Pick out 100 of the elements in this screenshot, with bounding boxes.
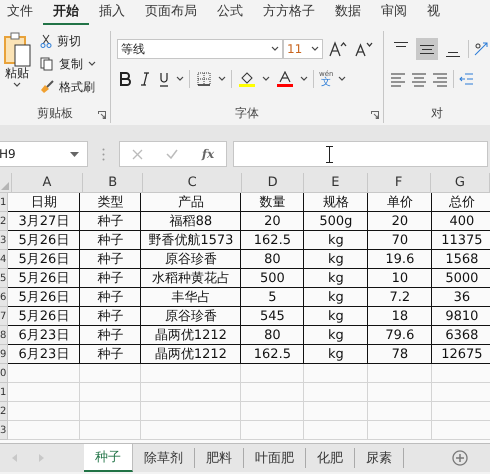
plus-circle-icon — [452, 450, 468, 466]
table-cell: 1568 — [432, 250, 490, 269]
ribbon-tab[interactable]: 公式 — [207, 0, 253, 25]
caret-icon — [176, 76, 184, 82]
paint-bucket-icon — [239, 71, 255, 87]
empty-cell[interactable] — [368, 421, 432, 440]
empty-cell[interactable] — [304, 421, 368, 440]
empty-cell[interactable] — [304, 402, 368, 421]
table-cell: 79.6 — [368, 326, 432, 345]
table-cell: 种子 — [80, 326, 142, 345]
table-cell: 5月26日 — [8, 307, 80, 326]
row-header[interactable]: 7 — [0, 307, 8, 326]
brush-icon — [40, 80, 54, 94]
empty-cell[interactable] — [241, 383, 304, 402]
row-header[interactable]: 6 — [0, 288, 8, 307]
copy-button[interactable]: 复制 — [40, 54, 96, 74]
text-cursor-icon — [326, 146, 333, 162]
sheet-tab[interactable]: 化肥 — [306, 448, 355, 468]
ribbon-tab[interactable]: 数据 — [325, 0, 371, 25]
row-header[interactable]: 1 — [0, 383, 8, 402]
empty-cell[interactable] — [80, 421, 142, 440]
table-cell: 单价 — [368, 193, 432, 212]
cut-button[interactable]: 剪切 — [40, 31, 96, 51]
borders-button[interactable] — [195, 70, 213, 88]
select-all-corner[interactable] — [0, 173, 12, 193]
ribbon-tab[interactable]: 文件 — [0, 0, 43, 25]
row-header[interactable]: 9 — [0, 345, 8, 364]
empty-cell[interactable] — [141, 364, 242, 383]
decrease-indent-icon — [459, 71, 473, 87]
row-header[interactable]: 1 — [0, 193, 8, 212]
empty-cell[interactable] — [80, 402, 142, 421]
row-header[interactable]: 4 — [0, 250, 8, 269]
row-header[interactable]: 3 — [0, 231, 8, 250]
ribbon-tab[interactable]: 审阅 — [371, 0, 417, 25]
scissors-icon — [40, 34, 52, 48]
insert-function-button[interactable]: fx — [200, 145, 216, 163]
sheet-tab[interactable]: 除草剂 — [133, 448, 195, 468]
align-center-icon — [411, 71, 427, 87]
font-name-field[interactable]: 等线 — [117, 39, 283, 59]
empty-cell[interactable] — [304, 364, 368, 383]
ribbon-tab[interactable]: 页面布局 — [135, 0, 207, 25]
italic-button[interactable] — [138, 70, 152, 88]
ribbon-tab[interactable]: 插入 — [89, 0, 135, 25]
empty-cell[interactable] — [368, 383, 432, 402]
empty-cell[interactable] — [241, 364, 304, 383]
row-header[interactable]: 0 — [0, 364, 8, 383]
font-decrease-icon — [355, 41, 373, 57]
table-cell: 类型 — [80, 193, 142, 212]
empty-cell[interactable] — [141, 383, 242, 402]
column-header[interactable]: C — [143, 173, 242, 193]
formula-input[interactable] — [233, 141, 488, 167]
column-header[interactable]: A — [12, 173, 84, 193]
scroll-right-icon — [39, 454, 44, 462]
row-header[interactable]: 8 — [0, 326, 8, 345]
table-cell: 日期 — [8, 193, 80, 212]
row-header[interactable]: 2 — [0, 402, 8, 421]
font-size-field[interactable]: 11 — [283, 39, 323, 59]
column-header[interactable]: D — [242, 173, 304, 193]
empty-cell[interactable] — [80, 364, 142, 383]
column-header[interactable]: B — [83, 173, 144, 193]
empty-cell[interactable] — [141, 402, 242, 421]
sheet-tab[interactable]: 叶面肥 — [244, 448, 306, 468]
font-color-button[interactable] — [275, 69, 295, 89]
sheet-tab[interactable]: 种子 — [84, 444, 133, 472]
column-header[interactable]: G — [430, 173, 490, 193]
row-header[interactable]: 3 — [0, 421, 8, 440]
empty-cell[interactable] — [368, 364, 432, 383]
enter-button[interactable] — [164, 147, 180, 161]
table-cell: 数量 — [241, 193, 304, 212]
table-cell: kg — [304, 288, 368, 307]
empty-cell[interactable] — [141, 421, 242, 440]
empty-cell[interactable] — [241, 402, 304, 421]
table-cell: 400 — [432, 212, 490, 231]
empty-cell[interactable] — [80, 383, 142, 402]
table-cell: kg — [304, 326, 368, 345]
table-cell: 3月27日 — [8, 212, 80, 231]
paste-button[interactable]: 粘贴 — [0, 31, 34, 103]
table-cell: 19.6 — [368, 250, 432, 269]
ribbon-tab[interactable]: 视 — [417, 0, 450, 25]
row-header[interactable]: 5 — [0, 269, 8, 288]
ribbon-tab[interactable]: 方方格子 — [253, 0, 325, 25]
format-painter-button[interactable]: 格式刷 — [40, 77, 96, 97]
caret-icon — [13, 82, 21, 88]
caret-icon — [271, 46, 279, 52]
empty-cell[interactable] — [304, 383, 368, 402]
table-cell: 丰华占 — [141, 288, 242, 307]
cancel-button[interactable] — [130, 146, 145, 162]
name-box[interactable]: H9 — [0, 141, 88, 167]
row-header[interactable]: 2 — [0, 212, 8, 231]
column-header[interactable]: F — [368, 173, 431, 193]
sheet-tab[interactable]: 肥料 — [195, 448, 244, 468]
empty-cell[interactable] — [368, 402, 432, 421]
align-middle-button[interactable] — [416, 38, 438, 60]
grow-font-button[interactable] — [327, 39, 349, 59]
font-increase-icon — [329, 41, 347, 57]
empty-cell[interactable] — [241, 421, 304, 440]
bold-button[interactable] — [117, 70, 133, 88]
italic-icon — [140, 72, 150, 86]
column-header[interactable]: E — [304, 173, 368, 193]
sheet-tab[interactable]: 尿素 — [355, 448, 404, 468]
